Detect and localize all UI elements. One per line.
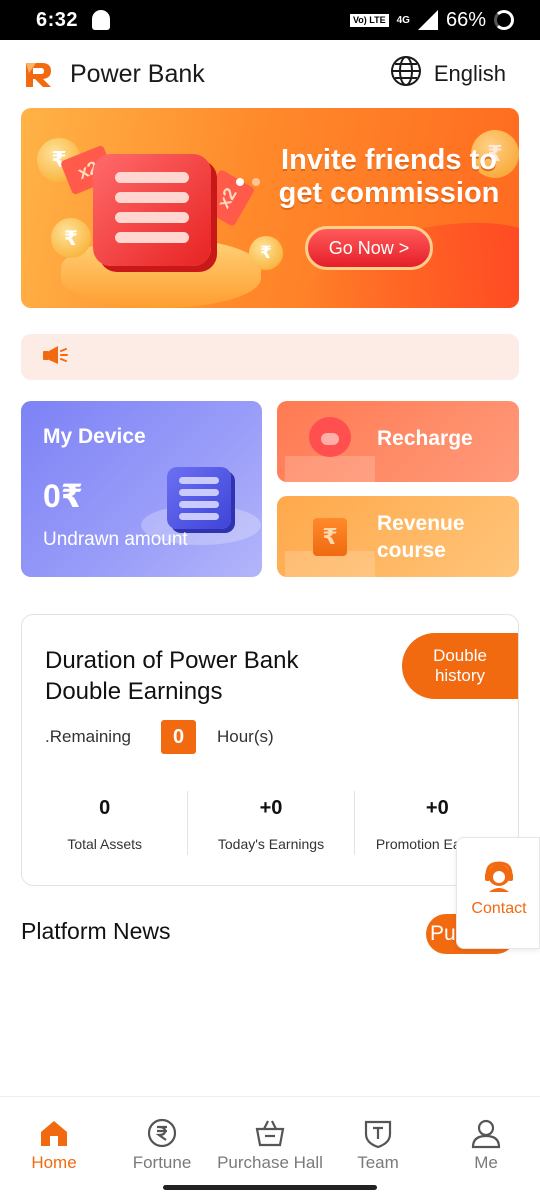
promo-banner[interactable]: ₹ ₹ ₹ ₹ x2 x2 Invite friends to get comm… bbox=[21, 108, 519, 308]
customer-service-icon bbox=[483, 860, 515, 899]
nav-label: Team bbox=[357, 1153, 399, 1172]
remaining-label: .Remaining bbox=[45, 727, 131, 746]
piggy-bank-icon bbox=[309, 417, 351, 457]
rupee-coin-icon: ₹ bbox=[51, 218, 91, 258]
app-title: Power Bank bbox=[70, 59, 205, 88]
banner-dot[interactable] bbox=[252, 178, 260, 186]
double-history-button[interactable]: Double history bbox=[402, 633, 518, 699]
language-label: English bbox=[433, 61, 506, 86]
snapchat-notification-icon bbox=[92, 10, 111, 30]
signal-icon bbox=[417, 10, 438, 30]
nav-label: Me bbox=[474, 1153, 498, 1172]
status-time: 6:32 bbox=[36, 8, 79, 31]
network-type-icon: 4G bbox=[396, 14, 410, 26]
power-bank-logo-icon bbox=[24, 59, 54, 89]
stat-value: +0 bbox=[259, 797, 283, 819]
tile-plinth bbox=[285, 456, 375, 482]
stat-total-assets: 0 Total Assets bbox=[22, 791, 187, 855]
banner-dot-active[interactable] bbox=[236, 178, 244, 186]
battery-percent: 66% bbox=[445, 8, 486, 31]
device-cube-icon bbox=[167, 467, 231, 529]
stat-label: Total Assets bbox=[67, 836, 143, 852]
status-icons: Vo) LTE 4G 66% bbox=[349, 8, 514, 32]
announcement-bar[interactable] bbox=[21, 334, 519, 380]
my-device-tile[interactable]: My Device 0₹ Undrawn amount bbox=[21, 401, 262, 577]
recharge-label: Recharge bbox=[377, 427, 473, 450]
shopping-basket-icon bbox=[254, 1117, 286, 1149]
calculator-box-icon bbox=[93, 154, 211, 266]
device-amount: 0₹ bbox=[43, 478, 84, 514]
rupee-circle-icon bbox=[146, 1117, 178, 1149]
recharge-tile[interactable]: Recharge bbox=[277, 401, 519, 482]
stat-value: +0 bbox=[425, 797, 449, 819]
globe-icon bbox=[390, 55, 422, 93]
go-now-button[interactable]: Go Now > bbox=[305, 226, 433, 270]
nav-label: Purchase Hall bbox=[217, 1153, 323, 1172]
my-device-title: My Device bbox=[43, 425, 146, 448]
earnings-stats: 0 Total Assets +0 Today's Earnings +0 Pr… bbox=[22, 791, 520, 855]
rupee-coin-icon: ₹ bbox=[249, 236, 283, 270]
double-earnings-card: Duration of Power Bank Double Earnings D… bbox=[21, 614, 519, 886]
double-earnings-title: Duration of Power Bank Double Earnings bbox=[45, 647, 299, 705]
battery-icon bbox=[494, 10, 514, 30]
rupee-book-icon: ₹ bbox=[313, 518, 347, 556]
volte-icon: Vo) LTE bbox=[349, 13, 389, 27]
nav-me[interactable]: Me bbox=[432, 1097, 540, 1200]
nav-label: Home bbox=[31, 1153, 77, 1172]
stat-label: Today's Earnings bbox=[217, 836, 325, 852]
language-selector[interactable]: English bbox=[390, 55, 516, 93]
undrawn-amount-label: Undrawn amount bbox=[43, 529, 188, 550]
platform-news-title: Platform News bbox=[21, 918, 171, 944]
gesture-home-indicator[interactable] bbox=[163, 1185, 377, 1190]
revenue-course-label: Revenue course bbox=[377, 512, 465, 562]
revenue-course-tile[interactable]: ₹ Revenue course bbox=[277, 496, 519, 577]
contact-button[interactable]: Contact bbox=[456, 837, 540, 949]
home-icon bbox=[38, 1117, 70, 1149]
megaphone-icon bbox=[41, 343, 69, 372]
hours-unit-label: Hour(s) bbox=[217, 727, 274, 746]
status-bar: 6:32 Vo) LTE 4G 66% bbox=[0, 0, 540, 40]
team-shield-icon bbox=[362, 1117, 394, 1149]
banner-headline: Invite friends to get commission bbox=[278, 144, 500, 209]
remaining-hours-value: 0 bbox=[161, 720, 196, 754]
contact-label: Contact bbox=[471, 900, 527, 917]
user-icon bbox=[470, 1117, 502, 1149]
nav-home[interactable]: Home bbox=[0, 1097, 108, 1200]
stat-todays-earnings: +0 Today's Earnings bbox=[187, 791, 353, 855]
banner-pagination bbox=[236, 178, 260, 186]
stat-value: 0 bbox=[99, 797, 111, 819]
app-header: Power Bank English bbox=[0, 40, 540, 108]
nav-label: Fortune bbox=[132, 1153, 192, 1172]
